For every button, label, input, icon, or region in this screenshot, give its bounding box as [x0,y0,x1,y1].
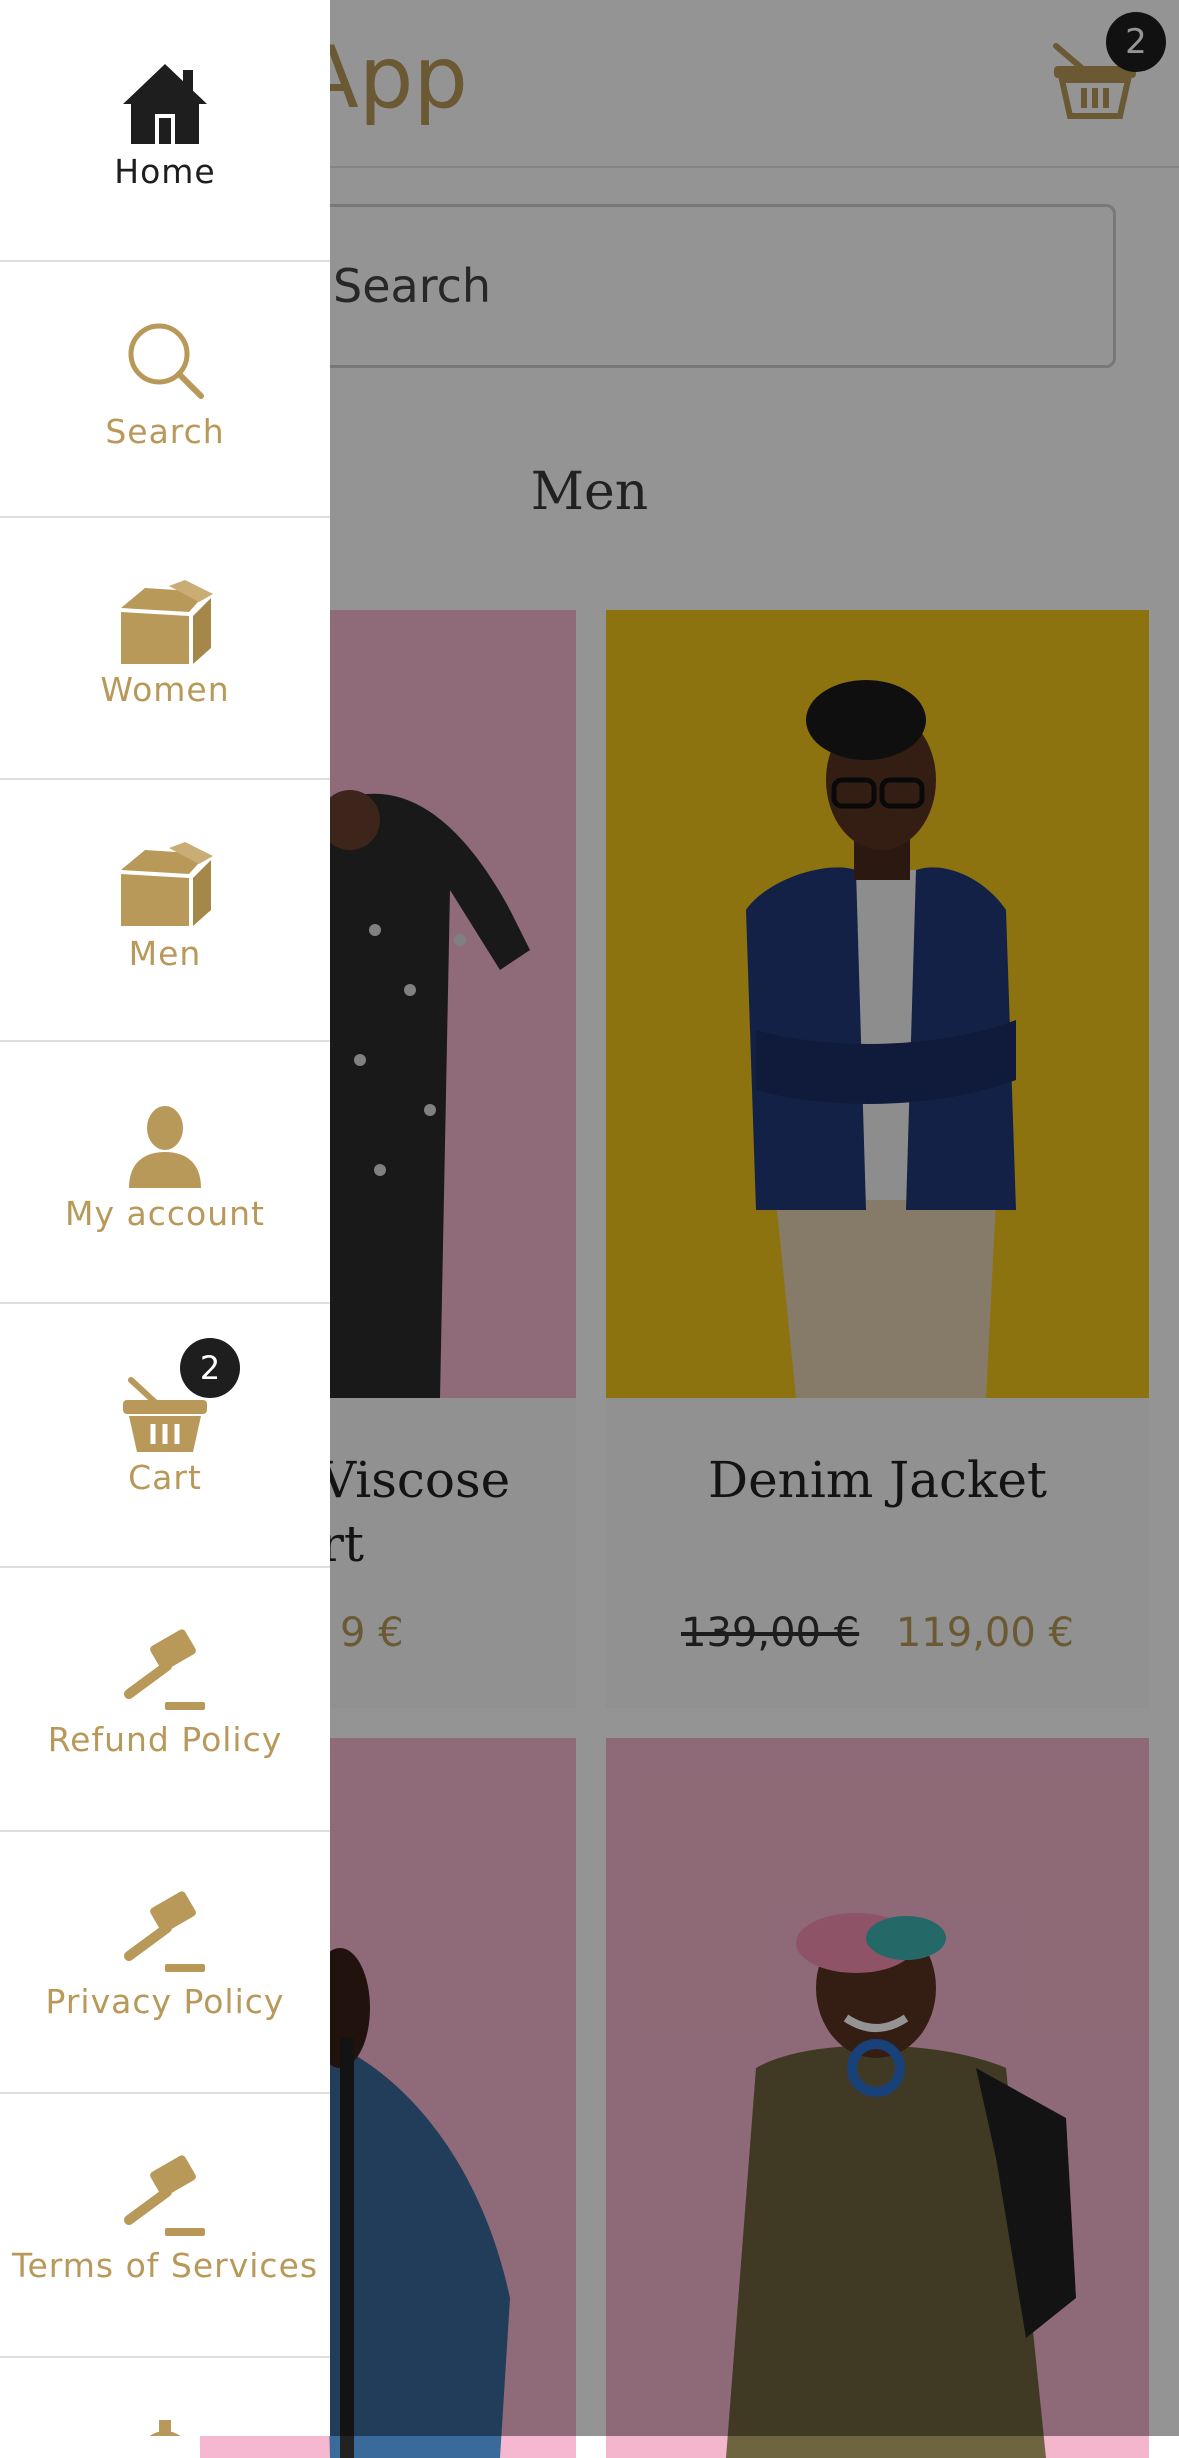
gavel-icon [124,2155,205,2236]
drawer-item-terms-of-services[interactable]: Terms of Services [0,2094,330,2358]
search-icon [128,323,204,399]
drawer-label: Home [114,152,216,191]
drawer-item-men[interactable]: Men [0,780,330,1042]
box-icon [121,842,213,926]
drawer-item-settings[interactable] [0,2358,330,2436]
gavel-icon [124,1629,205,1710]
drawer-item-refund-policy[interactable]: Refund Policy [0,1568,330,1832]
gavel-icon [124,1891,205,1972]
drawer-item-search[interactable]: Search [0,262,330,518]
drawer-label: Men [128,934,202,973]
drawer-item-my-account[interactable]: My account [0,1042,330,1304]
gear-icon [149,2420,181,2436]
drawer-label: Terms of Services [11,2246,319,2285]
user-icon [129,1106,201,1188]
cart-count-badge: 2 [180,1338,240,1398]
drawer-label: Refund Policy [47,1720,283,1759]
drawer-item-cart[interactable]: 2 Cart [0,1304,330,1568]
drawer-label: Search [105,412,225,451]
home-icon [123,64,207,144]
drawer-label: My account [65,1194,265,1233]
drawer-item-home[interactable]: Home [0,0,330,262]
drawer-label: Privacy Policy [45,1982,285,2021]
drawer-item-privacy-policy[interactable]: Privacy Policy [0,1832,330,2094]
navigation-drawer: Home Search Women Men My account 2 Cart … [0,0,330,2436]
drawer-label: Women [100,670,230,709]
drawer-item-women[interactable]: Women [0,518,330,780]
drawer-label: Cart [128,1458,202,1497]
box-icon [121,580,213,664]
